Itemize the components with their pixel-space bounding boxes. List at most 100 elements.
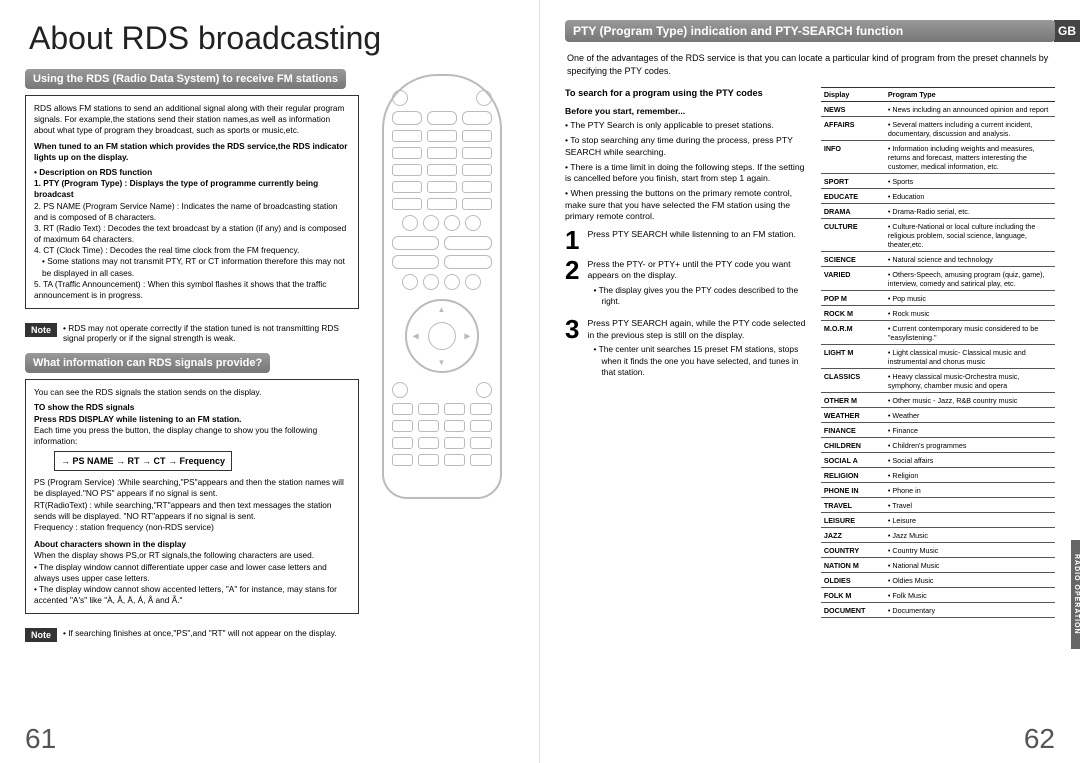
pty-value: • Social affairs [885,453,1055,468]
page-number-left: 61 [25,723,56,755]
table-row: CLASSICS• Heavy classical music-Orchestr… [821,369,1055,393]
table-row: ROCK M• Rock music [821,306,1055,321]
section-what-info: What information can RDS signals provide… [25,353,270,373]
before-b2: • To stop searching any time during the … [565,135,811,158]
pty-key: LIGHT M [821,345,885,369]
pty-key: M.O.R.M [821,321,885,345]
pty-key: CLASSICS [821,369,885,393]
rds-d4: 4. CT (Clock Time) : Decodes the real ti… [34,245,350,256]
rds-d3: 3. RT (Radio Text) : Decodes the text br… [34,223,350,245]
table-row: NEWS• News including an announced opinio… [821,102,1055,117]
pty-key: POP M [821,291,885,306]
table-row: LEISURE• Leisure [821,513,1055,528]
box-rds-desc: RDS allows FM stations to send an additi… [25,95,359,309]
pty-key: TRAVEL [821,498,885,513]
step-3-body: Press PTY SEARCH again, while the PTY co… [587,318,810,341]
table-row: TRAVEL• Travel [821,498,1055,513]
pty-key: OTHER M [821,393,885,408]
rds-d5: 5. TA (Traffic Announcement) : When this… [34,279,350,301]
pty-value: • Education [885,189,1055,204]
table-row: EDUCATE• Education [821,189,1055,204]
pty-key: FINANCE [821,423,885,438]
pty-value: • News including an announced opinion an… [885,102,1055,117]
section-using-rds: Using the RDS (Radio Data System) to rec… [25,69,346,89]
pty-value: • Leisure [885,513,1055,528]
pty-value: • Oldies Music [885,573,1055,588]
step-1-num: 1 [565,229,579,252]
table-row: PHONE IN• Phone in [821,483,1055,498]
pty-key: EDUCATE [821,189,885,204]
step-3: 3 Press PTY SEARCH again, while the PTY … [565,318,811,383]
pty-value: • Heavy classical music-Orchestra music,… [885,369,1055,393]
page-right: PTY (Program Type) indication and PTY-SE… [540,0,1080,763]
table-row: DOCUMENT• Documentary [821,603,1055,618]
step-2: 2 Press the PTY- or PTY+ until the PTY c… [565,259,811,312]
note-row-1: Note • RDS may not operate correctly if … [25,323,359,343]
pty-value: • Others-Speech, amusing program (quiz, … [885,267,1055,291]
table-row: VARIED• Others-Speech, amusing program (… [821,267,1055,291]
remote-control-illustration: ▲ ▼ ◀ ▶ [382,74,502,499]
box-rds-signals: You can see the RDS signals the station … [25,379,359,614]
chars3: • The display window cannot show accente… [34,584,350,606]
note-row-2: Note • If searching finishes at once,"PS… [25,628,359,642]
pty-value: • Country Music [885,543,1055,558]
table-row: AFFAIRS• Several matters including a cur… [821,117,1055,141]
pty-value: • Drama-Radio serial, etc. [885,204,1055,219]
pty-value: • Pop music [885,291,1055,306]
pty-value: • Documentary [885,603,1055,618]
box2-heading2: About characters shown in the display [34,539,350,550]
pty-value: • National Music [885,558,1055,573]
pty-th-display: Display [821,88,885,102]
pty-value: • Information including weights and meas… [885,141,1055,174]
pty-key: RELIGION [821,468,885,483]
pty-key: PHONE IN [821,483,885,498]
table-row: SOCIAL A• Social affairs [821,453,1055,468]
table-row: JAZZ• Jazz Music [821,528,1055,543]
sequence-box: → PS NAME → RT → CT → Frequency [54,451,232,471]
table-row: OTHER M• Other music - Jazz, R&B country… [821,393,1055,408]
section-pty: PTY (Program Type) indication and PTY-SE… [565,20,1055,42]
pty-value: • Rock music [885,306,1055,321]
pty-value: • Finance [885,423,1055,438]
ps-desc: PS (Program Service) :While searching,"P… [34,477,350,499]
step-2-num: 2 [565,259,579,282]
pty-key: SOCIAL A [821,453,885,468]
table-row: NATION M• National Music [821,558,1055,573]
pty-key: JAZZ [821,528,885,543]
pty-key: CHILDREN [821,438,885,453]
table-row: FOLK M• Folk Music [821,588,1055,603]
pty-value: • Folk Music [885,588,1055,603]
rds-desc-heading: • Description on RDS function [34,167,350,178]
pty-value: • Culture-National or local culture incl… [885,219,1055,252]
chars1: When the display shows PS,or RT signals,… [34,550,350,561]
rds-d1: 1. PTY (Program Type) : Displays the typ… [34,178,350,200]
note-tag-2: Note [25,628,57,642]
table-row: SPORT• Sports [821,174,1055,189]
step-2-body: Press the PTY- or PTY+ until the PTY cod… [587,259,810,282]
pty-key: FOLK M [821,588,885,603]
pty-value: • Natural science and technology [885,252,1055,267]
box2-line3: Each time you press the button, the disp… [34,425,350,447]
step-3-num: 3 [565,318,579,341]
pty-key: DOCUMENT [821,603,885,618]
pty-key: NATION M [821,558,885,573]
pty-value: • Current contemporary music considered … [885,321,1055,345]
note-tag-1: Note [25,323,57,337]
chars2: • The display window cannot differentiat… [34,562,350,584]
step-1: 1 Press PTY SEARCH while listenning to a… [565,229,811,252]
rds-d4b: • Some stations may not transmit PTY, RT… [42,256,350,278]
note-text-1: • RDS may not operate correctly if the s… [63,323,359,343]
table-row: FINANCE• Finance [821,423,1055,438]
before-b4: • When pressing the buttons on the prima… [565,188,811,223]
rds-d2: 2. PS NAME (Program Service Name) : Indi… [34,201,350,223]
pty-value: • Jazz Music [885,528,1055,543]
rds-intro: RDS allows FM stations to send an additi… [34,103,350,137]
rt-desc: RT(RadioText) : while searching,"RT"appe… [34,500,350,522]
pty-table: Display Program Type NEWS• News includin… [821,87,1055,618]
pty-key: SCIENCE [821,252,885,267]
table-row: INFO• Information including weights and … [821,141,1055,174]
pty-key: NEWS [821,102,885,117]
pty-key: AFFAIRS [821,117,885,141]
pty-key: CULTURE [821,219,885,252]
pty-intro: One of the advantages of the RDS service… [567,52,1053,77]
